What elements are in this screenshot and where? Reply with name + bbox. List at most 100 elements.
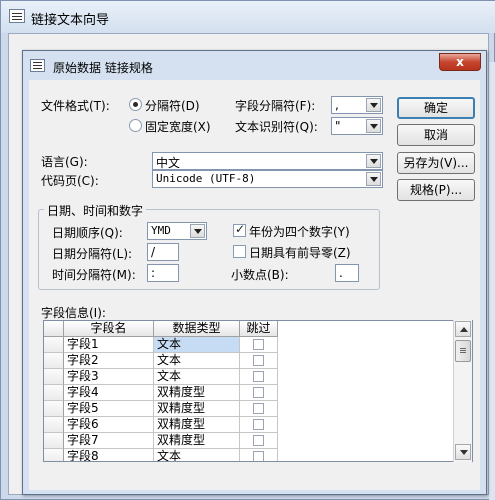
row-selector[interactable] <box>44 385 64 401</box>
skip-checkbox[interactable] <box>253 355 264 366</box>
file-format-label: 文件格式(T): <box>41 99 110 113</box>
four-digit-years-checkbox[interactable] <box>233 222 246 237</box>
leading-zeros-label[interactable]: 日期具有前导零(Z) <box>249 244 351 261</box>
skip-cell[interactable] <box>240 417 278 433</box>
cancel-button[interactable]: 取消 <box>397 124 475 146</box>
dialog-icon <box>30 59 45 72</box>
datetime-group-title: 日期、时间和数字 <box>44 202 147 219</box>
scroll-up-icon[interactable] <box>455 321 471 337</box>
data-type-cell[interactable]: 文本 <box>154 449 240 461</box>
fixed-width-radio-label[interactable]: 固定宽度(X) <box>145 118 211 135</box>
skip-cell[interactable] <box>240 337 278 353</box>
skip-cell[interactable] <box>240 369 278 385</box>
row-selector[interactable] <box>44 401 64 417</box>
skip-checkbox[interactable] <box>253 387 264 398</box>
date-order-label: 日期顺序(Q): <box>52 226 123 240</box>
data-type-cell[interactable]: 双精度型 <box>154 417 240 433</box>
decimal-symbol-input[interactable]: . <box>335 264 359 282</box>
four-digit-years-label[interactable]: 年份为四个数字(Y) <box>249 223 350 240</box>
row-selector[interactable] <box>44 433 64 449</box>
delimited-radio[interactable] <box>129 98 142 111</box>
field-name-cell[interactable]: 字段6 <box>64 417 154 433</box>
language-label: 语言(G): <box>41 155 88 169</box>
window-icon <box>9 9 25 23</box>
date-separator-label: 日期分隔符(L): <box>52 247 133 261</box>
language-combo[interactable]: 中文 <box>152 152 383 170</box>
language-value: 中文 <box>156 156 181 170</box>
data-type-cell[interactable]: 文本 <box>154 369 240 385</box>
date-order-combo[interactable]: YMD <box>147 222 207 240</box>
field-name-cell[interactable]: 字段7 <box>64 433 154 449</box>
wizard-title: 链接文本向导 <box>31 13 110 28</box>
scroll-thumb[interactable] <box>455 340 471 362</box>
skip-cell[interactable] <box>240 385 278 401</box>
skip-checkbox[interactable] <box>253 371 264 382</box>
field-info-label: 字段信息(I): <box>41 306 106 320</box>
text-qualifier-combo[interactable]: " <box>331 117 383 135</box>
column-header-data-type[interactable]: 数据类型 <box>154 321 240 337</box>
time-separator-label: 时间分隔符(M): <box>52 268 136 282</box>
chevron-down-icon[interactable] <box>366 98 381 112</box>
time-separator-input[interactable]: : <box>147 264 179 282</box>
field-delimiter-value: , <box>335 98 339 112</box>
skip-checkbox[interactable] <box>253 419 264 430</box>
close-button[interactable]: x <box>439 53 481 71</box>
dialog-title-bar[interactable]: 原始数据 链接规格 x <box>23 51 486 81</box>
delimited-radio-label[interactable]: 分隔符(D) <box>145 97 200 114</box>
row-selector[interactable] <box>44 353 64 369</box>
text-qualifier-label: 文本识别符(Q): <box>235 120 318 134</box>
code-page-combo[interactable]: Unicode (UTF-8) <box>152 170 383 188</box>
leading-zeros-checkbox[interactable] <box>233 245 246 258</box>
specs-button[interactable]: 规格(P)... <box>397 179 475 201</box>
time-separator-value: : <box>151 266 156 280</box>
column-header-skip[interactable]: 跳过 <box>240 321 278 337</box>
field-delimiter-combo[interactable]: , <box>331 96 383 114</box>
data-type-cell[interactable]: 双精度型 <box>154 401 240 417</box>
skip-cell[interactable] <box>240 401 278 417</box>
date-separator-input[interactable]: / <box>147 243 179 261</box>
data-type-cell[interactable]: 双精度型 <box>154 433 240 449</box>
skip-checkbox[interactable] <box>253 435 264 446</box>
date-order-value: YMD <box>151 224 171 237</box>
field-name-cell[interactable]: 字段5 <box>64 401 154 417</box>
field-name-cell[interactable]: 字段4 <box>64 385 154 401</box>
chevron-down-icon[interactable] <box>190 224 205 238</box>
row-selector[interactable] <box>44 417 64 433</box>
data-type-cell[interactable]: 双精度型 <box>154 385 240 401</box>
dialog-title: 原始数据 链接规格 <box>53 61 153 75</box>
skip-checkbox[interactable] <box>253 451 264 461</box>
chevron-down-icon[interactable] <box>366 172 381 186</box>
skip-cell[interactable] <box>240 433 278 449</box>
code-page-label: 代码页(C): <box>41 174 99 188</box>
row-selector[interactable] <box>44 449 64 461</box>
chevron-down-icon[interactable] <box>366 154 381 168</box>
save-as-button[interactable]: 另存为(V)... <box>397 152 475 174</box>
field-info-grid[interactable]: 字段名 数据类型 跳过 字段1 文本 字段2 文本 字段3 文本 字段4 双精度… <box>43 320 473 462</box>
field-name-cell[interactable]: 字段8 <box>64 449 154 461</box>
wizard-right-edge <box>489 62 495 500</box>
skip-cell[interactable] <box>240 353 278 369</box>
field-delimiter-label: 字段分隔符(F): <box>235 99 316 113</box>
grid-corner-header <box>44 321 64 337</box>
field-name-cell[interactable]: 字段1 <box>64 337 154 353</box>
scroll-down-icon[interactable] <box>455 444 471 460</box>
field-info-scrollbar[interactable] <box>453 320 472 462</box>
data-type-cell[interactable]: 文本 <box>154 353 240 369</box>
data-type-cell[interactable]: 文本 <box>154 337 240 353</box>
field-name-cell[interactable]: 字段3 <box>64 369 154 385</box>
skip-cell[interactable] <box>240 449 278 461</box>
fixed-width-radio[interactable] <box>129 119 142 132</box>
row-selector[interactable] <box>44 337 64 353</box>
code-page-value: Unicode (UTF-8) <box>156 172 256 185</box>
wizard-title-bar[interactable]: 链接文本向导 <box>1 1 495 33</box>
decimal-symbol-label: 小数点(B): <box>231 268 289 282</box>
row-selector[interactable] <box>44 369 64 385</box>
field-name-cell[interactable]: 字段2 <box>64 353 154 369</box>
chevron-down-icon[interactable] <box>366 119 381 133</box>
skip-checkbox[interactable] <box>253 403 264 414</box>
skip-checkbox[interactable] <box>253 339 264 350</box>
text-qualifier-value: " <box>335 119 341 133</box>
ok-button[interactable]: 确定 <box>397 97 475 119</box>
date-separator-value: / <box>151 245 156 259</box>
column-header-field-name[interactable]: 字段名 <box>64 321 154 337</box>
